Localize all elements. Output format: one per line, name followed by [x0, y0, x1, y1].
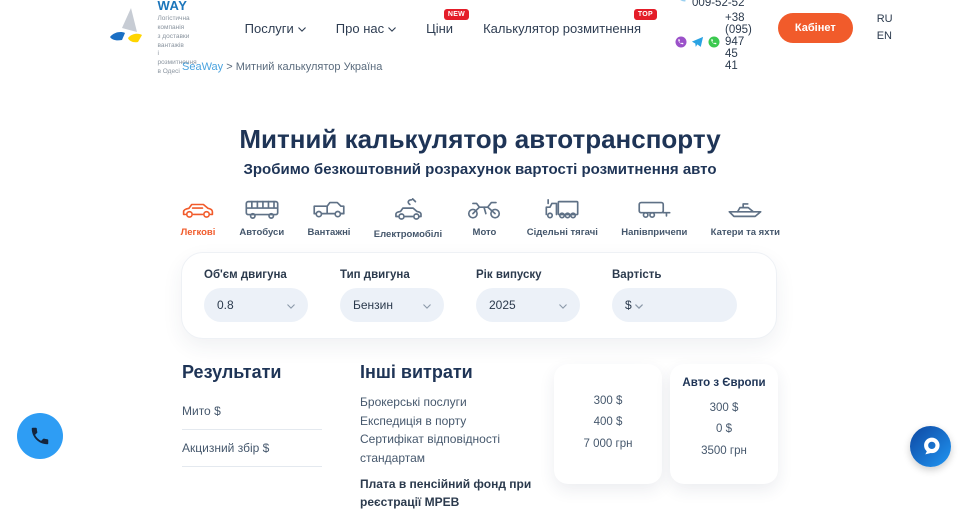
- call-fab-button[interactable]: [17, 413, 63, 459]
- result-row-duty: Мито $: [182, 393, 322, 430]
- cabinet-button[interactable]: Кабінет: [778, 13, 853, 43]
- results-section: Результати Мито $ Акцизний збір $ Інші в…: [182, 362, 778, 511]
- other-costs-column: Інші витрати Брокерські послуги Експедиц…: [360, 362, 538, 511]
- other-cost-item: Сертифікат відповідності стандартам: [360, 430, 538, 467]
- field-cost: Вартість $: [612, 269, 737, 322]
- field-engine-volume: Об'єм двигуна 0.8: [204, 269, 308, 322]
- lang-en[interactable]: EN: [877, 29, 893, 44]
- nav-item-about[interactable]: Про нас: [336, 21, 396, 36]
- viber-icon[interactable]: [675, 36, 687, 48]
- tab-boats-yachts[interactable]: Катери та яхти: [711, 197, 780, 240]
- card-value: 300 $: [678, 398, 770, 419]
- cost-cards: 300 $ 400 $ 7 000 грн Авто з Європи 300 …: [554, 362, 778, 511]
- trailer-icon: [635, 197, 673, 221]
- phone-number-2[interactable]: +38 (095) 947 45 41: [725, 12, 752, 72]
- semi-truck-icon: [543, 197, 581, 221]
- chevron-down-icon: [635, 304, 643, 309]
- card-value: 400 $: [562, 412, 654, 433]
- year-select[interactable]: 2025: [476, 288, 580, 322]
- top-badge: TOP: [634, 9, 657, 20]
- chat-bubble-icon: [918, 434, 944, 460]
- vehicle-type-tabs: Легкові Автобуси Вантажні Електромобілі: [180, 197, 780, 240]
- other-cost-item: Експедиція в порту: [360, 412, 538, 431]
- card-value: 300 $: [562, 391, 654, 412]
- electric-car-icon: [389, 197, 427, 223]
- bus-icon: [243, 197, 281, 221]
- results-column: Результати Мито $ Акцизний збір $: [182, 362, 324, 511]
- page-subtitle: Зробимо безкоштовний розрахунок вартості…: [0, 161, 960, 178]
- breadcrumb-current: Митний калькулятор Україна: [236, 61, 383, 73]
- header: SEA WAY Логістична компанія з доставки в…: [0, 0, 960, 56]
- nav-item-customs-calculator[interactable]: Калькулятор розмитнення TOP: [483, 21, 641, 36]
- cost-card-europe: Авто з Європи 300 $ 0 $ 3500 грн: [670, 364, 778, 484]
- tab-trucks[interactable]: Вантажні: [308, 197, 351, 240]
- phone-icon: [29, 425, 51, 447]
- tab-motorcycles[interactable]: Мото: [465, 197, 503, 240]
- calculator-form-card: Об'єм двигуна 0.8 Тип двигуна Бензин Рік…: [181, 252, 777, 339]
- tab-semi-trucks[interactable]: Сідельні тягачі: [527, 197, 598, 240]
- other-costs-title: Інші витрати: [360, 362, 538, 383]
- language-switcher: RU EN: [877, 12, 893, 44]
- lang-ru[interactable]: RU: [877, 12, 893, 27]
- breadcrumb-home-link[interactable]: SeaWay: [182, 61, 223, 73]
- result-row-excise: Акцизний збір $: [182, 430, 322, 467]
- cost-input[interactable]: $: [612, 288, 737, 322]
- chevron-down-icon: [423, 304, 431, 309]
- telegram-icon[interactable]: [691, 36, 704, 48]
- whatsapp-icon[interactable]: [708, 36, 720, 48]
- main-nav: Послуги Про нас Ціни NEW Калькулятор роз…: [245, 21, 641, 36]
- chevron-down-icon: [287, 304, 295, 309]
- card-value: 7 000 грн: [562, 434, 654, 455]
- page-title: Митний калькулятор автотранспорту: [0, 124, 960, 155]
- chevron-down-icon: [388, 27, 396, 32]
- tab-cars[interactable]: Легкові: [180, 197, 216, 240]
- results-title: Результати: [182, 362, 324, 383]
- field-engine-type: Тип двигуна Бензин: [340, 269, 444, 322]
- chat-widget-button[interactable]: [910, 426, 951, 467]
- phone-icon: [675, 0, 687, 3]
- currency-select[interactable]: $: [625, 298, 643, 312]
- new-badge: NEW: [444, 9, 469, 20]
- card-value: 3500 грн: [678, 441, 770, 462]
- logo-title: SEA WAY: [158, 0, 188, 13]
- other-cost-item: Брокерські послуги: [360, 393, 538, 412]
- phone-number-1[interactable]: +38 (067) 009-52-52: [692, 0, 752, 9]
- card-title: Авто з Європи: [678, 377, 770, 391]
- motorcycle-icon: [465, 197, 503, 221]
- yacht-icon: [726, 197, 764, 221]
- tab-electric-cars[interactable]: Електромобілі: [374, 197, 442, 240]
- nav-item-prices[interactable]: Ціни NEW: [426, 21, 453, 36]
- cost-card-local: 300 $ 400 $ 7 000 грн: [554, 364, 662, 484]
- nav-item-services[interactable]: Послуги: [245, 21, 306, 36]
- car-icon: [180, 197, 216, 221]
- field-year: Рік випуску 2025: [476, 269, 580, 322]
- card-value: 0 $: [678, 419, 770, 440]
- tab-semi-trailers[interactable]: Напівпричепи: [621, 197, 687, 240]
- tab-buses[interactable]: Автобуси: [239, 197, 284, 240]
- header-contacts: +38 (067) 009-52-52 +38 (095) 947 45 41: [675, 0, 752, 72]
- chevron-down-icon: [298, 27, 306, 32]
- chevron-down-icon: [559, 304, 567, 309]
- engine-volume-select[interactable]: 0.8: [204, 288, 308, 322]
- breadcrumb: SeaWay > Митний калькулятор Україна: [182, 61, 382, 73]
- seaway-boat-logo-icon: [108, 6, 150, 51]
- breadcrumb-separator: >: [223, 61, 236, 73]
- engine-type-select[interactable]: Бензин: [340, 288, 444, 322]
- pension-fund-item: Плата в пенсійний фонд при реєстрації МР…: [360, 476, 538, 511]
- truck-icon: [310, 197, 348, 221]
